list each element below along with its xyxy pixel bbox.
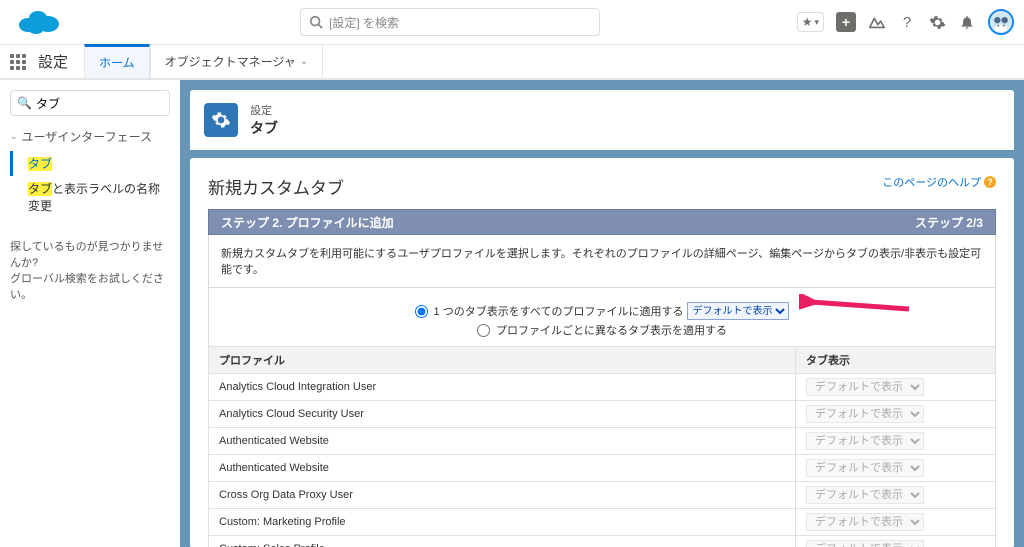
quick-find-text[interactable]: [36, 96, 163, 110]
nav-bar: 設定 ホーム オブジェクトマネージャ⌄: [0, 44, 1024, 80]
tab-visibility-cell: デフォルトで表示: [796, 428, 996, 455]
table-row: Custom: Sales Profile デフォルトで表示: [209, 536, 996, 547]
visibility-options: 1 つのタブ表示をすべてのプロファイルに適用する デフォルトで表示 プロファイル…: [208, 288, 996, 346]
tab-visibility-cell: デフォルトで表示: [796, 374, 996, 401]
app-name: 設定: [38, 51, 68, 72]
step-counter: ステップ 2/3: [915, 214, 983, 231]
profiles-table: プロファイル タブ表示 Analytics Cloud Integration …: [208, 346, 996, 547]
profile-name-cell: Custom: Marketing Profile: [209, 509, 796, 536]
table-row: Authenticated Website デフォルトで表示: [209, 428, 996, 455]
radio-apply-each-label: プロファイルごとに異なるタブ表示を適用する: [496, 322, 727, 338]
app-launcher-icon[interactable]: [10, 54, 26, 70]
help-badge-icon: ?: [984, 176, 996, 188]
table-row: Cross Org Data Proxy User デフォルトで表示: [209, 482, 996, 509]
profile-name-cell: Analytics Cloud Integration User: [209, 374, 796, 401]
tab-visibility-cell: デフォルトで表示: [796, 401, 996, 428]
step-bar: ステップ 2. プロファイルに追加 ステップ 2/3: [208, 209, 996, 235]
step-description: 新規カスタムタブを利用可能にするユーザプロファイルを選択します。それぞれのプロフ…: [208, 235, 996, 288]
tab-object-manager[interactable]: オブジェクトマネージャ⌄: [150, 45, 324, 78]
chevron-down-icon: ⌄: [300, 56, 308, 67]
add-button[interactable]: +: [836, 12, 856, 32]
col-tab-visibility: タブ表示: [796, 347, 996, 374]
table-row: Authenticated Website デフォルトで表示: [209, 455, 996, 482]
quick-find-input[interactable]: 🔍: [10, 90, 170, 116]
row-visibility-select: デフォルトで表示: [806, 405, 924, 423]
table-row: Custom: Marketing Profile デフォルトで表示: [209, 509, 996, 536]
row-visibility-select: デフォルトで表示: [806, 459, 924, 477]
table-row: Analytics Cloud Security User デフォルトで表示: [209, 401, 996, 428]
card-title: 新規カスタムタブ: [208, 174, 996, 199]
page-body: このページのヘルプ ? 新規カスタムタブ ステップ 2. プロファイルに追加 ス…: [190, 158, 1014, 547]
tab-visibility-cell: デフォルトで表示: [796, 482, 996, 509]
radio-apply-each[interactable]: [477, 324, 490, 337]
breadcrumb: 設定: [250, 102, 278, 118]
tree-item-rename-tabs[interactable]: タブと表示ラベルの名称変更: [10, 176, 170, 218]
salesforce-logo: [16, 7, 60, 37]
search-placeholder: [設定] を検索: [329, 14, 399, 31]
trailhead-icon[interactable]: [868, 13, 886, 31]
help-icon[interactable]: ?: [898, 13, 916, 31]
top-bar: [設定] を検索 ★ ▾ + ?: [0, 0, 1024, 44]
profile-name-cell: Authenticated Website: [209, 428, 796, 455]
tree-group-ui[interactable]: ⌄ユーザインターフェース: [10, 128, 170, 145]
step-label: ステップ 2. プロファイルに追加: [221, 214, 394, 231]
tree-item-tabs[interactable]: タブ: [10, 151, 170, 176]
table-row: Analytics Cloud Integration User デフォルトで表示: [209, 374, 996, 401]
col-profile: プロファイル: [209, 347, 796, 374]
row-visibility-select: デフォルトで表示: [806, 486, 924, 504]
favorites-button[interactable]: ★ ▾: [797, 12, 824, 32]
profile-name-cell: Authenticated Website: [209, 455, 796, 482]
radio-apply-all[interactable]: [415, 305, 428, 318]
row-visibility-select: デフォルトで表示: [806, 378, 924, 396]
profile-name-cell: Analytics Cloud Security User: [209, 401, 796, 428]
tab-home[interactable]: ホーム: [84, 44, 150, 78]
user-avatar[interactable]: [988, 9, 1014, 35]
setup-gear-badge: [204, 103, 238, 137]
profile-name-cell: Custom: Sales Profile: [209, 536, 796, 547]
sidebar-help-text: 探しているものが見つかりませんか? グローバル検索をお試しください。: [10, 238, 170, 302]
page-header: 設定 タブ: [190, 90, 1014, 150]
row-visibility-select: デフォルトで表示: [806, 540, 924, 547]
radio-apply-all-label: 1 つのタブ表示をすべてのプロファイルに適用する: [434, 303, 684, 319]
tab-visibility-cell: デフォルトで表示: [796, 509, 996, 536]
tab-visibility-cell: デフォルトで表示: [796, 536, 996, 547]
row-visibility-select: デフォルトで表示: [806, 513, 924, 531]
page-title: タブ: [250, 118, 278, 138]
top-right-icons: ★ ▾ + ?: [797, 9, 1014, 35]
notifications-icon[interactable]: [958, 13, 976, 31]
main-panel: 設定 タブ このページのヘルプ ? 新規カスタムタブ ステップ 2. プロファイ…: [180, 80, 1024, 547]
search-icon: [309, 15, 323, 29]
global-search[interactable]: [設定] を検索: [300, 8, 600, 36]
page-help-link[interactable]: このページのヘルプ ?: [882, 174, 996, 190]
chevron-down-icon: ⌄: [10, 131, 18, 142]
default-visibility-select[interactable]: デフォルトで表示: [687, 302, 789, 320]
setup-sidebar: 🔍 ⌄ユーザインターフェース タブ タブと表示ラベルの名称変更 探しているものが…: [0, 80, 180, 547]
profile-name-cell: Cross Org Data Proxy User: [209, 482, 796, 509]
row-visibility-select: デフォルトで表示: [806, 432, 924, 450]
setup-gear-icon[interactable]: [928, 13, 946, 31]
tab-visibility-cell: デフォルトで表示: [796, 455, 996, 482]
